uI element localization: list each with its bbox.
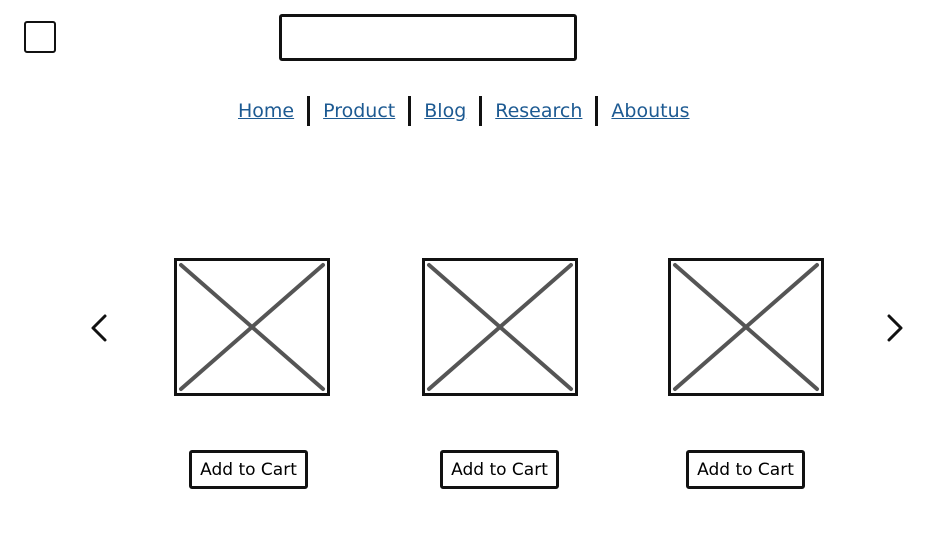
chevron-right-icon <box>887 314 903 342</box>
image-placeholder-icon <box>427 263 573 391</box>
nav-separator <box>595 96 599 126</box>
add-to-cart-button-2[interactable]: Add to Cart <box>440 450 559 489</box>
nav-separator <box>479 96 483 126</box>
carousel-prev-button[interactable] <box>88 312 112 344</box>
product-image-3 <box>668 258 824 396</box>
add-to-cart-button-3[interactable]: Add to Cart <box>686 450 805 489</box>
carousel-next-button[interactable] <box>882 312 906 344</box>
add-to-cart-button-1[interactable]: Add to Cart <box>189 450 308 489</box>
nav-link-aboutus[interactable]: Aboutus <box>609 100 691 122</box>
chevron-left-icon <box>91 314 107 342</box>
nav-link-research[interactable]: Research <box>493 100 584 122</box>
nav-link-blog[interactable]: Blog <box>422 100 468 122</box>
image-placeholder-icon <box>673 263 819 391</box>
image-placeholder-icon <box>179 263 325 391</box>
nav-separator <box>408 96 412 126</box>
search-input[interactable] <box>279 14 577 61</box>
product-image-2 <box>422 258 578 396</box>
nav-link-product[interactable]: Product <box>321 100 397 122</box>
nav-link-home[interactable]: Home <box>236 100 296 122</box>
square-logo-icon <box>24 21 56 53</box>
nav-separator <box>307 96 311 126</box>
product-image-1 <box>174 258 330 396</box>
main-nav: Home Product Blog Research Aboutus <box>236 94 692 128</box>
